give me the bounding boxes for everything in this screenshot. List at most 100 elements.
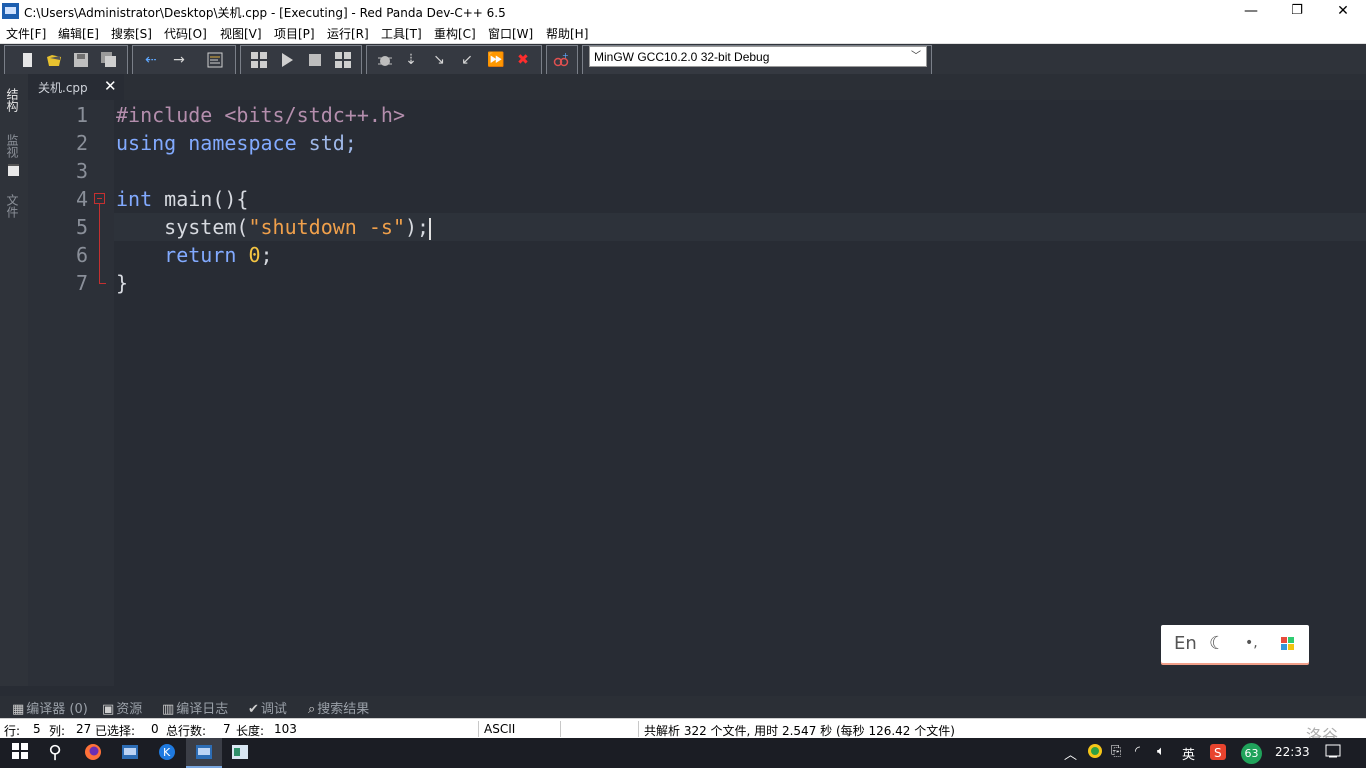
fold-toggle-icon[interactable] — [94, 193, 105, 204]
toolbar-build-group — [240, 45, 362, 75]
line-number: 5 — [75, 215, 88, 239]
step-over-icon[interactable]: ⇣ — [403, 52, 419, 68]
tab-structure[interactable]: 结构 — [5, 88, 21, 112]
ime-lang[interactable]: En — [1174, 633, 1197, 654]
stop-icon[interactable] — [307, 52, 323, 68]
status-col-label: 列: — [49, 724, 66, 738]
svg-text:S: S — [1214, 746, 1222, 760]
tab-files[interactable]: 文件 — [5, 194, 21, 218]
code-line: using namespace std; — [116, 131, 357, 155]
moon-icon[interactable]: ☾ — [1209, 633, 1225, 654]
punctuation-icon[interactable]: •, — [1245, 635, 1258, 651]
forward-icon[interactable]: → — [171, 52, 187, 68]
title-bar: C:\Users\Administrator\Desktop\关机.cpp - … — [0, 0, 1366, 23]
sogou-icon[interactable]: S — [1208, 743, 1228, 763]
open-folder-icon[interactable] — [46, 52, 62, 68]
app-k-icon[interactable]: K — [157, 743, 177, 763]
debug-icon[interactable] — [377, 52, 393, 68]
minimize-button[interactable]: — — [1228, 0, 1274, 23]
text-caret — [429, 217, 432, 240]
notification-badge[interactable]: 63 — [1241, 743, 1262, 764]
add-watch-icon[interactable]: + — [553, 51, 569, 68]
status-encoding[interactable]: ASCII — [484, 722, 515, 736]
run-icon[interactable] — [279, 52, 295, 68]
line-number: 1 — [75, 103, 88, 127]
line-number: 3 — [75, 159, 88, 183]
status-row-label: 行: — [4, 724, 21, 738]
windows-grid-icon[interactable] — [1281, 637, 1295, 651]
toolbar-watch-group: + — [546, 45, 578, 75]
taskbar: ⚲ K ︿ ⎘ ◜ 🔈︎ 英 S 63 22:33 — [0, 738, 1366, 768]
tab-debug[interactable]: ✔ 调试 — [248, 698, 287, 717]
menu-edit[interactable]: 编辑[E] — [58, 25, 99, 42]
save-icon[interactable] — [73, 52, 89, 68]
compiler-select[interactable]: MinGW GCC10.2.0 32-bit Debug ﹀ — [589, 46, 927, 67]
close-icon[interactable]: ✕ — [104, 77, 117, 95]
menu-bar: 文件[F] 编辑[E] 搜索[S] 代码[O] 视图[V] 项目[P] 运行[R… — [0, 23, 1366, 44]
check-icon: ✔ — [248, 702, 259, 717]
line-number: 4 — [75, 187, 88, 211]
devcpp-icon[interactable] — [120, 743, 140, 763]
line-gutter: 1 2 3 4 5 6 7 — [28, 100, 114, 686]
status-sel-label: 已选择: — [95, 724, 136, 738]
maximize-button[interactable]: ❐ — [1274, 0, 1320, 23]
svg-text:+: + — [562, 52, 569, 60]
volume-icon[interactable]: 🔈︎ — [1157, 744, 1165, 759]
step-into-icon[interactable]: ↘ — [431, 52, 447, 68]
tab-file[interactable]: 关机.cpp ✕ — [28, 74, 124, 100]
code-line: return 0; — [164, 243, 273, 267]
abort-icon[interactable]: ✖ — [515, 52, 531, 68]
chevron-down-icon: ﹀ — [911, 51, 921, 62]
status-parse-info: 共解析 322 个文件, 用时 2.547 秒 (每秒 126.42 个文件) — [644, 724, 955, 738]
search-icon[interactable]: ⚲ — [45, 743, 65, 763]
menu-tools[interactable]: 工具[T] — [381, 25, 422, 42]
tab-search-results[interactable]: ⌕ 搜索结果 — [308, 698, 369, 717]
compile-icon[interactable] — [251, 52, 267, 68]
chevron-up-icon[interactable]: ︿ — [1064, 744, 1077, 763]
format-icon[interactable] — [207, 52, 223, 68]
firefox-icon[interactable] — [83, 743, 103, 763]
tab-compiler[interactable]: ▦ 编译器 (0) — [12, 698, 88, 717]
menu-file[interactable]: 文件[F] — [6, 25, 46, 42]
menu-search[interactable]: 搜索[S] — [111, 25, 152, 42]
menu-code[interactable]: 代码[O] — [164, 25, 207, 42]
rebuild-icon[interactable] — [335, 52, 351, 68]
ime-floating-bar[interactable]: En ☾ •, — [1161, 625, 1309, 663]
tab-file-name: 关机.cpp — [38, 81, 88, 95]
new-file-icon[interactable] — [19, 52, 35, 68]
action-center-icon[interactable] — [1323, 743, 1343, 763]
continue-icon[interactable]: ⏩ — [487, 52, 504, 68]
console-icon[interactable] — [230, 743, 250, 763]
menu-view[interactable]: 视图[V] — [220, 25, 262, 42]
tab-compile-log[interactable]: ▥ 编译日志 — [162, 698, 228, 717]
fold-end — [99, 283, 106, 284]
ime-language[interactable]: 英 — [1182, 744, 1195, 763]
windows-start-icon[interactable] — [10, 743, 30, 763]
status-sel: 0 — [151, 722, 159, 736]
menu-project[interactable]: 项目[P] — [274, 25, 315, 42]
network-icon[interactable]: ◜ — [1135, 744, 1140, 759]
close-button[interactable]: ✕ — [1320, 0, 1366, 23]
code-editor[interactable]: 1 2 3 4 5 6 7 #include <bits/stdc++.h> u… — [28, 100, 1366, 686]
clipboard-icon[interactable]: ⎘ — [1111, 744, 1121, 759]
menu-run[interactable]: 运行[R] — [327, 25, 369, 42]
menu-refactor[interactable]: 重构[C] — [434, 25, 476, 42]
status-total-label: 总行数: — [166, 724, 207, 738]
code-line: } — [116, 271, 129, 295]
menu-window[interactable]: 窗口[W] — [488, 25, 533, 42]
back-icon[interactable]: ⇠ — [143, 52, 159, 68]
tab-watch[interactable]: 监视 — [5, 134, 21, 158]
clock[interactable]: 22:33 — [1275, 745, 1310, 759]
status-bar: 行: 5 列: 27 已选择: 0 总行数: 7 长度: 103 ASCII 共… — [0, 718, 1366, 738]
step-out-icon[interactable]: ↙ — [459, 52, 475, 68]
tray-app-icon[interactable] — [1085, 743, 1105, 763]
save-all-icon[interactable] — [101, 52, 117, 68]
tab-resources[interactable]: ▣ 资源 — [102, 698, 142, 717]
svg-text:K: K — [163, 746, 171, 759]
taskbar-devcpp-active[interactable] — [186, 738, 222, 768]
menu-help[interactable]: 帮助[H] — [546, 25, 588, 42]
search-icon: ⌕ — [308, 702, 316, 717]
toolbar-file-group — [4, 45, 128, 75]
status-len: 103 — [274, 722, 297, 736]
fold-line — [99, 204, 100, 283]
